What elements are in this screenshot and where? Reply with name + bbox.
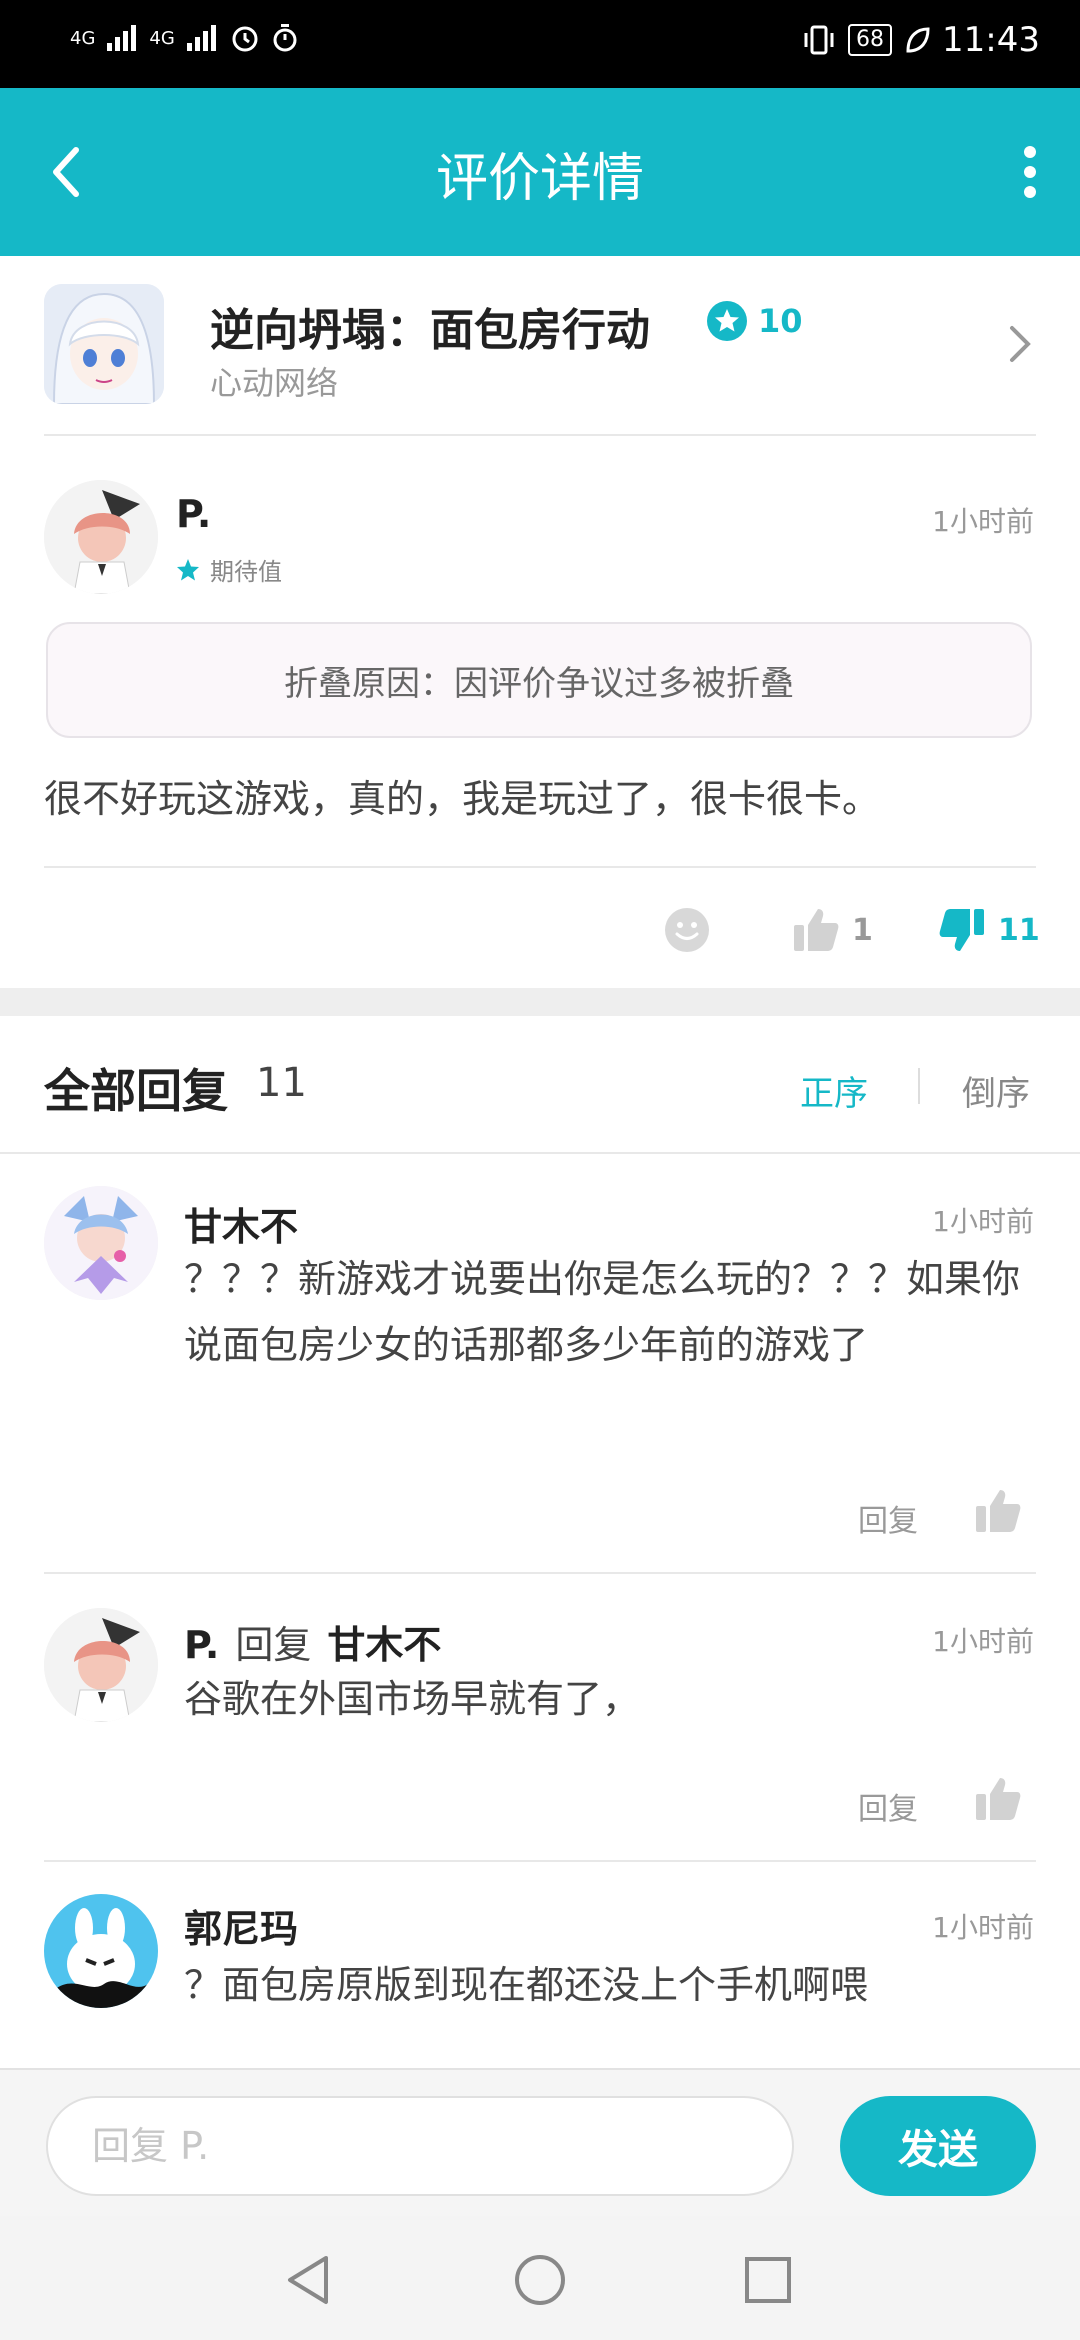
game-developer: 心动网络 <box>210 364 339 402</box>
app-bar: 评价详情 <box>0 88 1080 256</box>
divider <box>0 1152 1080 1154</box>
star-icon <box>177 558 199 580</box>
timer-icon <box>273 24 297 52</box>
dislike-button[interactable]: 11 <box>938 900 1040 960</box>
thumbs-up-icon <box>976 1778 1021 1820</box>
divider <box>44 866 1036 868</box>
reply-composer: 回复 P. 发送 <box>0 2068 1080 2216</box>
reply-like-button[interactable] <box>974 1776 1022 1826</box>
sort-ascending-button[interactable]: 正序 <box>800 1066 868 1115</box>
game-avatar-image <box>44 284 164 404</box>
review-text: 很不好玩这游戏，真的，我是玩过了，很卡很卡。 <box>44 777 881 821</box>
star-badge-icon <box>707 301 747 341</box>
fold-notice: 折叠原因：因评价争议过多被折叠 <box>46 622 1032 738</box>
reply-author[interactable]: 甘木不 <box>184 1196 298 1251</box>
signal-icon <box>107 25 137 51</box>
game-info-row[interactable]: 逆向坍塌：面包房行动 10 心动网络 <box>0 256 1080 434</box>
user-avatar-image <box>44 1894 158 2008</box>
expectation-label: 期待值 <box>210 558 282 586</box>
status-left: 4G 4G <box>70 22 299 54</box>
system-nav-bar <box>0 2216 1080 2340</box>
like-button[interactable]: 1 <box>792 900 873 960</box>
game-icon <box>44 284 164 404</box>
emoji-reaction-button[interactable] <box>664 900 710 960</box>
avatar[interactable] <box>44 480 158 594</box>
rating-value: 10 <box>758 302 803 340</box>
replies-title: 全部回复 <box>44 1064 228 1118</box>
page-title: 评价详情 <box>435 149 644 209</box>
thumbs-up-icon <box>794 909 839 951</box>
reply-button[interactable]: 回复 <box>858 1496 918 1540</box>
reply-button[interactable]: 回复 <box>858 1784 918 1828</box>
game-rating: 10 <box>706 300 803 342</box>
reply-time: 1小时前 <box>932 1205 1034 1238</box>
reply-text: 谷歌在外国市场早就有了， <box>184 1677 641 1721</box>
reply-time: 1小时前 <box>932 1911 1034 1944</box>
expectation-badge: 期待值 <box>176 552 282 587</box>
reply-text: ？？？新游戏才说要出你是怎么玩的？？？如果你说面包房少女的话那都多少年前的游戏了 <box>184 1257 1021 1367</box>
reply-target[interactable]: 甘木不 <box>327 1614 441 1669</box>
user-avatar-image <box>44 480 158 594</box>
more-vertical-icon <box>1024 146 1036 198</box>
sort-descending-button[interactable]: 倒序 <box>962 1066 1030 1115</box>
replies-count: 11 <box>256 1060 307 1106</box>
triangle-back-icon <box>288 2256 328 2304</box>
user-avatar-image <box>44 1186 158 1300</box>
reply-text: ？面包房原版到现在都还没上个手机啊喂 <box>184 1963 869 2007</box>
smiley-icon <box>665 908 709 952</box>
leaf-icon <box>906 27 930 53</box>
like-count: 1 <box>852 912 873 948</box>
nav-back-button[interactable] <box>284 2254 332 2310</box>
user-avatar-image <box>44 1608 158 1722</box>
battery-level: 68 <box>848 24 893 56</box>
divider <box>44 434 1036 436</box>
section-separator <box>0 988 1080 1016</box>
thumbs-up-icon <box>976 1490 1021 1532</box>
signal-icon-2 <box>186 25 216 51</box>
send-button[interactable]: 发送 <box>840 2096 1036 2196</box>
avatar[interactable] <box>44 1608 158 1722</box>
status-bar: 4G 4G 68 11:43 <box>0 0 1080 88</box>
avatar[interactable] <box>44 1186 158 1300</box>
square-recents-icon <box>745 2257 791 2303</box>
circle-home-icon <box>515 2255 565 2305</box>
status-right: 68 11:43 <box>802 20 1040 60</box>
reply-like-button[interactable] <box>974 1488 1022 1538</box>
more-button[interactable] <box>1020 144 1040 204</box>
review-author[interactable]: P. <box>176 492 211 536</box>
reply-input[interactable]: 回复 P. <box>46 2096 794 2196</box>
reply-author[interactable]: 郭尼玛 <box>184 1898 298 1953</box>
thumbs-down-icon <box>939 909 984 951</box>
alarm-icon <box>232 26 258 52</box>
dislike-count: 11 <box>998 912 1040 948</box>
fold-reason: 折叠原因：因评价争议过多被折叠 <box>284 663 794 704</box>
divider <box>44 1572 1036 1574</box>
reply-header: P. 回复 甘木不 <box>184 1614 441 1669</box>
game-name: 逆向坍塌：面包房行动 <box>210 305 650 356</box>
chevron-right-icon <box>1008 324 1032 368</box>
signal-label-1: 4G <box>70 27 96 49</box>
vibrate-icon <box>804 25 834 55</box>
review-time: 1小时前 <box>932 505 1034 538</box>
divider <box>44 1860 1036 1862</box>
avatar[interactable] <box>44 1894 158 2008</box>
nav-recents-button[interactable] <box>744 2256 792 2308</box>
reply-word: 回复 <box>235 1623 312 1667</box>
nav-home-button[interactable] <box>514 2254 566 2310</box>
reply-time: 1小时前 <box>932 1625 1034 1658</box>
divider <box>918 1068 920 1104</box>
clock: 11:43 <box>942 20 1040 60</box>
signal-label-2: 4G <box>149 27 175 49</box>
reply-author[interactable]: P. <box>184 1623 219 1667</box>
